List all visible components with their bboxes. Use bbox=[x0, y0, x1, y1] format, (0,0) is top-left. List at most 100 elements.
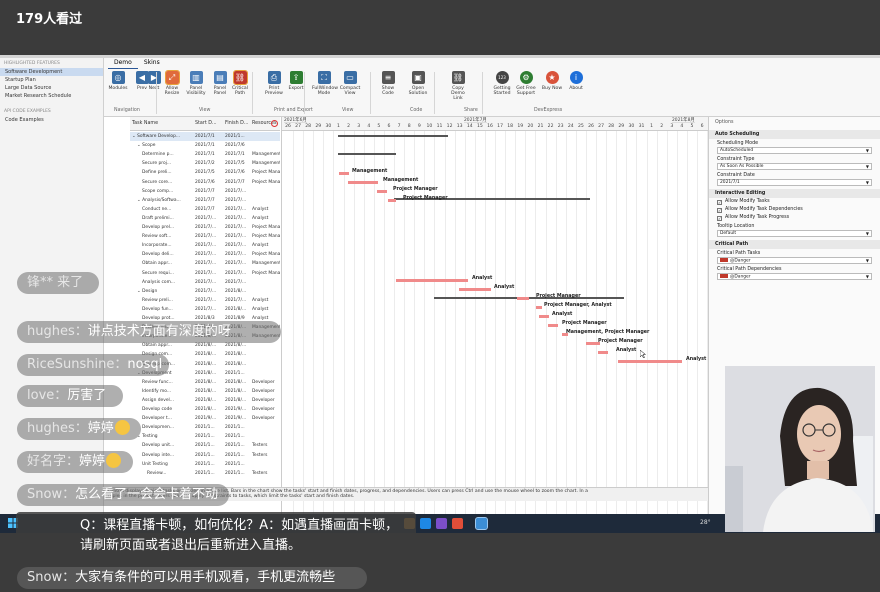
day-gridline bbox=[373, 131, 375, 527]
col-finish-date[interactable]: Finish D... bbox=[225, 121, 248, 126]
visual-studio-icon[interactable] bbox=[436, 518, 447, 529]
summary-bar[interactable] bbox=[338, 135, 448, 137]
table-row[interactable]: ⌄ Design 2021/7/... 2021/8/... bbox=[130, 287, 280, 296]
open-solution-button[interactable]: ▣ Open Solution bbox=[406, 71, 430, 96]
buy-now-button[interactable]: ★ Buy Now bbox=[540, 71, 564, 91]
table-row[interactable]: Develop deli... 2021/7/... 2021/7/... Proje… bbox=[130, 250, 280, 259]
allow-modify-tasks-checkbox[interactable]: ✓ Allow Modify Tasks bbox=[709, 198, 880, 206]
table-row[interactable]: Review func... 2021/8/... 2021/8/... Develo… bbox=[130, 378, 280, 387]
table-row[interactable]: Analysis com... 2021/7/... 2021/7/... bbox=[130, 278, 280, 287]
task-bar[interactable] bbox=[377, 190, 387, 193]
weather-tray[interactable]: 28° bbox=[700, 519, 711, 526]
panel-visibility-button[interactable]: ▥ Panel Visibility bbox=[184, 71, 208, 96]
table-row[interactable]: Obtain appr... 2021/7/... 2021/7/... Manage… bbox=[130, 259, 280, 268]
checkbox-label: Allow Modify Tasks bbox=[725, 199, 770, 204]
interactive-editing-header[interactable]: Interactive Editing bbox=[709, 189, 880, 198]
critical-path-header[interactable]: Critical Path bbox=[709, 240, 880, 249]
constraint-type-select[interactable]: As Soon As Possible ▼ bbox=[717, 163, 872, 170]
copy-demo-link-button[interactable]: ⛓ Copy Demo Link bbox=[446, 71, 470, 101]
summary-bar[interactable] bbox=[338, 153, 396, 155]
table-row[interactable]: Develop unit... 2021/1... 2021/1... Testers bbox=[130, 441, 280, 450]
modules-button[interactable]: ◎ Modules bbox=[106, 71, 130, 91]
gantt-timeline[interactable]: 2021年6月 2021年7月 2021年8月 26 27 28 29 30 1 2 3 4 5 6 7 8 9… bbox=[282, 117, 709, 527]
table-row[interactable]: Define preli... 2021/7/5 2021/7/6 Project M… bbox=[130, 168, 280, 177]
table-row[interactable]: Review preli... 2021/7/... 2021/7/... Analy… bbox=[130, 296, 280, 305]
allow-modify-progress-checkbox[interactable]: ✓ Allow Modify Task Progress bbox=[709, 214, 880, 222]
nav-item-startup-plan[interactable]: Startup Plan bbox=[0, 76, 103, 84]
show-code-button[interactable]: ≡ Show Code bbox=[376, 71, 400, 96]
table-row[interactable]: Review soft... 2021/7/... 2021/7/... Projec… bbox=[130, 232, 280, 241]
table-row[interactable]: Review... 2021/1... 2021/1... Testers bbox=[130, 469, 280, 478]
demo-center-icon[interactable] bbox=[475, 517, 488, 530]
start-date-cell: 2021/7/... bbox=[195, 225, 217, 230]
getting-started-button[interactable]: 123 Getting Started bbox=[490, 71, 514, 96]
task-bar[interactable] bbox=[396, 279, 468, 282]
auto-scheduling-header[interactable]: Auto Scheduling bbox=[709, 130, 880, 139]
browser-icon[interactable] bbox=[420, 518, 431, 529]
task-bar[interactable] bbox=[339, 172, 349, 175]
nav-item-large-data-source[interactable]: Large Data Source bbox=[0, 84, 103, 92]
allow-modify-dependencies-checkbox[interactable]: ✓ Allow Modify Task Dependencies bbox=[709, 206, 880, 214]
nav-item-code-examples[interactable]: Code Examples bbox=[0, 116, 103, 124]
constraint-date-input[interactable]: 2021/7/1 ▼ bbox=[717, 179, 872, 186]
table-row[interactable]: Develop fun... 2021/7/... 2021/8/... Analys… bbox=[130, 305, 280, 314]
scheduling-mode-select[interactable]: AutoScheduled ▼ bbox=[717, 147, 872, 154]
task-name-cell: ⌄ Testing bbox=[137, 434, 158, 440]
table-row[interactable]: Secure proj... 2021/7/2 2021/7/5 Management bbox=[130, 159, 280, 168]
col-task-name[interactable]: Task Name bbox=[132, 121, 158, 126]
table-row[interactable]: Develop code 2021/8/... 2021/9/... Develope… bbox=[130, 405, 280, 414]
print-preview-button[interactable]: ⎙ Print Preview bbox=[262, 71, 286, 96]
task-bar[interactable] bbox=[548, 324, 558, 327]
allow-resize-button[interactable]: ⤢ Allow Resize bbox=[160, 70, 184, 96]
day-gridline bbox=[656, 131, 658, 527]
compact-view-button[interactable]: ▭ Compact View bbox=[338, 71, 362, 96]
table-row[interactable]: ⌄ Scope 2021/7/1 2021/7/6 bbox=[130, 141, 280, 150]
cp-tasks-color-select[interactable]: @Danger ▼ bbox=[717, 257, 872, 264]
table-row[interactable]: Secure requi... 2021/7/... 2021/7/... Proje… bbox=[130, 269, 280, 278]
task-bar[interactable] bbox=[348, 181, 378, 184]
table-row[interactable]: Draft prelimi... 2021/7/... 2021/7/... Anal… bbox=[130, 214, 280, 223]
task-bar[interactable] bbox=[618, 360, 682, 363]
table-row[interactable]: Identify mo... 2021/8/... 2021/8/... Develo… bbox=[130, 387, 280, 396]
table-row[interactable]: Secure core... 2021/7/6 2021/7/7 Project Ma… bbox=[130, 178, 280, 187]
table-row[interactable]: Conduct ne... 2021/7/7 2021/7/... Analyst bbox=[130, 205, 280, 214]
critical-path-button[interactable]: ⛓ Critical Path bbox=[228, 70, 252, 96]
finish-date-cell: 2021/7/... bbox=[225, 206, 247, 212]
nav-item-market-research[interactable]: Market Research Schedule bbox=[0, 92, 103, 100]
table-row[interactable]: Scope comp... 2021/7/7 2021/7/... bbox=[130, 187, 280, 196]
task-bar[interactable] bbox=[388, 199, 396, 202]
table-row[interactable]: Determine p... 2021/7/1 2021/7/1 Management bbox=[130, 150, 280, 159]
fullwindow-mode-button[interactable]: ⛶ FullWindow Mode bbox=[312, 71, 338, 96]
about-button[interactable]: i About bbox=[564, 71, 588, 91]
summary-bar[interactable] bbox=[434, 297, 624, 299]
task-bar-label: Analyst bbox=[472, 276, 493, 281]
task-bar[interactable] bbox=[536, 306, 542, 309]
task-bar-label: Project Manager bbox=[536, 294, 581, 299]
table-row[interactable]: Developmen... 2021/1... 2021/1... bbox=[130, 423, 280, 432]
task-bar[interactable] bbox=[598, 351, 608, 354]
table-row[interactable]: ⌄ Software Develop... 2021/7/1 2021/1... bbox=[130, 132, 280, 141]
table-row[interactable]: Assign devel... 2021/8/... 2021/8/... Devel… bbox=[130, 396, 280, 405]
app-icon[interactable] bbox=[452, 518, 463, 529]
cp-deps-color-select[interactable]: @Danger ▼ bbox=[717, 273, 872, 280]
get-free-support-button[interactable]: ⚙ Get Free Support bbox=[514, 71, 538, 96]
task-bar[interactable] bbox=[539, 315, 549, 318]
table-row[interactable]: Developer t... 2021/9/... 2021/9/... Develo… bbox=[130, 414, 280, 423]
table-row[interactable]: Unit Testing 2021/1... 2021/1... bbox=[130, 460, 280, 469]
table-row[interactable]: ⌄ Analysis/Softwa... 2021/7/7 2021/7/... bbox=[130, 196, 280, 205]
day-gridline bbox=[343, 131, 345, 527]
tooltip-location-select[interactable]: Default ▼ bbox=[717, 230, 872, 237]
finish-date-cell: 2021/8/... bbox=[225, 397, 247, 403]
table-row[interactable]: ⌄ Testing 2021/1... 2021/1... bbox=[130, 432, 280, 441]
col-start-date[interactable]: Start D... bbox=[195, 121, 217, 126]
ribbon-group-label: Share bbox=[464, 108, 478, 113]
nav-item-software-development[interactable]: Software Development bbox=[0, 68, 103, 76]
table-row[interactable]: Incorporate... 2021/7/... 2021/7/... Analys… bbox=[130, 241, 280, 250]
task-bar[interactable] bbox=[517, 297, 529, 300]
table-row[interactable]: Develop inte... 2021/1... 2021/1... Testers bbox=[130, 451, 280, 460]
task-bar[interactable] bbox=[459, 288, 491, 291]
table-row[interactable]: Develop prel... 2021/7/... 2021/7/... Proje… bbox=[130, 223, 280, 232]
tab-skins[interactable]: Skins bbox=[138, 58, 166, 69]
tab-demo[interactable]: Demo bbox=[108, 58, 138, 69]
timeline-header: 2021年6月 2021年7月 2021年8月 26 27 28 29 30 1 2 3 4 5 6 7 8 9… bbox=[282, 117, 708, 131]
